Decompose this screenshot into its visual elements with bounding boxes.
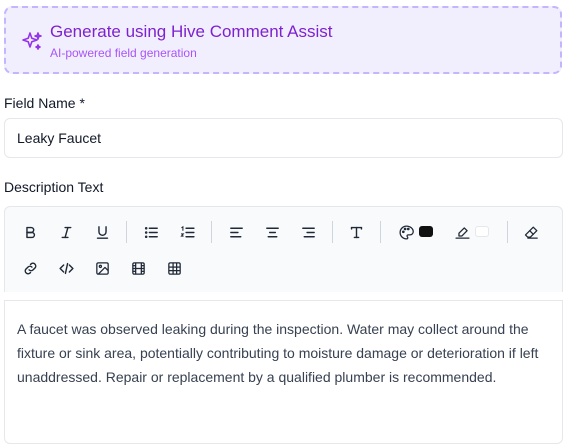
description-label: Description Text — [4, 179, 104, 195]
code-button[interactable] — [53, 255, 79, 281]
toolbar-divider — [211, 221, 212, 243]
ordered-list-button[interactable] — [174, 219, 200, 245]
italic-button[interactable] — [53, 219, 79, 245]
underline-button[interactable] — [89, 219, 115, 245]
align-right-icon — [301, 227, 315, 237]
clear-format-icon — [524, 226, 538, 239]
ai-assist-title: Generate using Hive Comment Assist — [50, 22, 333, 41]
code-icon — [58, 262, 74, 274]
field-name-input[interactable] — [4, 118, 563, 158]
sparkles-icon — [22, 32, 42, 50]
image-icon — [95, 261, 109, 275]
text-color-swatch[interactable] — [419, 226, 433, 237]
toolbar-divider — [507, 221, 508, 243]
italic-icon — [61, 226, 71, 238]
align-right-button[interactable] — [295, 219, 321, 245]
bold-icon — [25, 226, 35, 238]
link-button[interactable] — [17, 255, 43, 281]
highlight-color-swatch[interactable] — [475, 226, 489, 237]
video-icon — [131, 261, 145, 275]
text-color-button[interactable] — [393, 219, 419, 245]
toolbar-divider — [332, 221, 333, 243]
highlight-icon — [454, 226, 470, 239]
link-icon — [24, 262, 36, 274]
highlight-button[interactable] — [449, 219, 475, 245]
table-button[interactable] — [161, 255, 187, 281]
table-icon — [167, 261, 181, 275]
bold-button[interactable] — [17, 219, 43, 245]
text-format-button[interactable] — [343, 219, 369, 245]
align-left-button[interactable] — [223, 219, 249, 245]
text-color-icon — [398, 224, 414, 240]
underline-icon — [96, 225, 108, 239]
ai-assist-subtitle: AI-powered field generation — [50, 46, 197, 60]
toolbar-divider — [126, 221, 127, 243]
image-button[interactable] — [89, 255, 115, 281]
toolbar-divider — [380, 221, 381, 243]
text-format-icon — [350, 226, 362, 238]
bullet-list-button[interactable] — [138, 219, 164, 245]
editor-toolbar — [4, 206, 563, 292]
align-left-icon — [229, 227, 243, 237]
field-name-label: Field Name * — [4, 95, 85, 111]
description-text: A faucet was observed leaking during the… — [17, 321, 539, 385]
ai-assist-button[interactable]: Generate using Hive Comment Assist AI-po… — [4, 6, 562, 74]
description-editor[interactable]: A faucet was observed leaking during the… — [4, 300, 563, 444]
align-center-icon — [265, 227, 279, 237]
bullet-list-icon — [144, 226, 158, 238]
video-button[interactable] — [125, 255, 151, 281]
align-center-button[interactable] — [259, 219, 285, 245]
clear-format-button[interactable] — [518, 219, 544, 245]
ordered-list-icon — [179, 225, 195, 237]
